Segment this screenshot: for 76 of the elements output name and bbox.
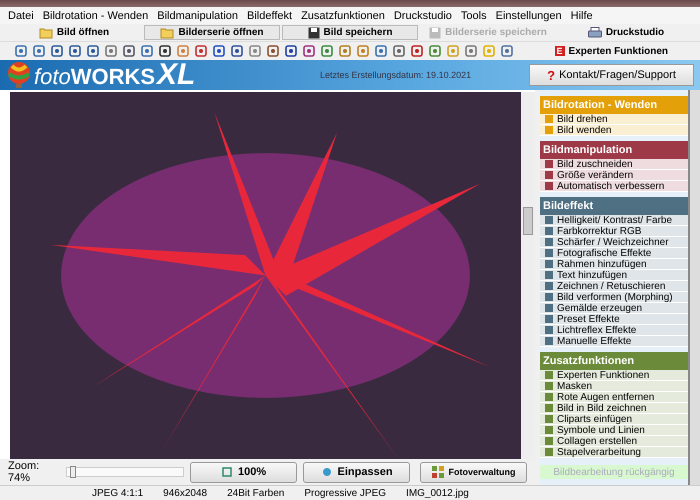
tool-icon[interactable]: [284, 44, 298, 58]
bottom-button[interactable]: Fotoverwaltung: [420, 462, 527, 482]
tool-icon[interactable]: [266, 44, 280, 58]
tool-icon[interactable]: [122, 44, 136, 58]
toolbar-button[interactable]: Bild speichern: [282, 25, 418, 40]
sidebar-item[interactable]: Farbkorrektur RGB: [540, 226, 688, 237]
folder-icon: [160, 26, 174, 38]
sidebar-item[interactable]: Zeichnen / Retuschieren: [540, 281, 688, 292]
section-header[interactable]: Zusatzfunktionen: [540, 352, 688, 370]
menu-item[interactable]: Hilfe: [570, 10, 593, 22]
sidebar-item[interactable]: Preset Effekte: [540, 314, 688, 325]
sidebar-item[interactable]: Bild drehen: [540, 114, 688, 125]
support-button[interactable]: ? Kontakt/Fragen/Support: [529, 64, 694, 86]
sidebar-item[interactable]: Fotografische Effekte: [540, 248, 688, 259]
toolbar-button[interactable]: Druckstudio: [558, 25, 694, 40]
status-text: 24Bit Farben: [227, 488, 284, 498]
sidebar-item[interactable]: Bild in Bild zeichnen: [540, 403, 688, 414]
menu-item[interactable]: Druckstudio: [394, 10, 452, 22]
sidebar-item[interactable]: Rahmen hinzufügen: [540, 259, 688, 270]
grid-icon: [432, 466, 444, 478]
zoom-slider[interactable]: [66, 467, 184, 477]
slider-thumb[interactable]: [70, 466, 76, 478]
sidebar-item[interactable]: Cliparts einfügen: [540, 414, 688, 425]
tool-icon[interactable]: [86, 44, 100, 58]
section-header[interactable]: Bildeffekt: [540, 197, 688, 215]
sidebar-item[interactable]: Lichtreflex Effekte: [540, 325, 688, 336]
tool-icon[interactable]: [50, 44, 64, 58]
status-text: Progressive JPEG: [304, 488, 386, 498]
tool-icon[interactable]: [212, 44, 226, 58]
tool-icon[interactable]: [302, 44, 316, 58]
section-header[interactable]: Bildmanipulation: [540, 141, 688, 159]
scrollbar[interactable]: [688, 90, 700, 485]
sidebar-item[interactable]: Stapelverarbeitung: [540, 447, 688, 458]
sidebar-item[interactable]: Manuelle Effekte: [540, 336, 688, 347]
menu-item[interactable]: Einstellungen: [496, 10, 562, 22]
sidebar-item[interactable]: Bild zuschneiden: [540, 159, 688, 170]
menu-item[interactable]: Tools: [460, 10, 487, 22]
sidebar-item[interactable]: Collagen erstellen: [540, 436, 688, 447]
zoom-label: Zoom: 74%: [8, 460, 40, 484]
menu-item[interactable]: Zusatzfunktionen: [301, 10, 385, 22]
sidebar-item[interactable]: Schärfer / Weichzeichner: [540, 237, 688, 248]
menu-item[interactable]: Datei: [8, 10, 34, 22]
menu-item[interactable]: Bildmanipulation: [157, 10, 238, 22]
status-text: JPEG 4:1:1: [92, 488, 144, 498]
sidebar-item[interactable]: Experten Funktionen: [540, 370, 688, 381]
bottom-button[interactable]: 100%: [190, 462, 298, 482]
toolbar-button[interactable]: Bild öffnen: [6, 25, 142, 40]
sidebar-item[interactable]: Masken: [540, 381, 688, 392]
fit-icon: [220, 466, 233, 478]
tool-icon[interactable]: [392, 44, 406, 58]
sidebar-item[interactable]: Text hinzufügen: [540, 270, 688, 281]
sidebar-item[interactable]: Helligkeit/ Kontrast/ Farbe: [540, 215, 688, 226]
printer-icon: [588, 26, 602, 38]
sidebar-item[interactable]: Gemälde erzeugen: [540, 303, 688, 314]
status-text: IMG_0012.jpg: [406, 488, 469, 498]
status-text: 946x2048: [163, 488, 208, 498]
tool-icon[interactable]: [194, 44, 208, 58]
sidebar-item[interactable]: Größe verändern: [540, 170, 688, 181]
tool-icon[interactable]: [68, 44, 82, 58]
tool-icon[interactable]: [410, 44, 424, 58]
menu-item[interactable]: Bildrotation - Wenden: [42, 10, 148, 22]
bottom-button[interactable]: Einpassen: [303, 462, 410, 482]
sidebar-item[interactable]: Bild wenden: [540, 125, 688, 136]
balloon-icon: [6, 61, 32, 89]
sidebar-item[interactable]: Bild verformen (Morphing): [540, 292, 688, 303]
tool-icon[interactable]: [230, 44, 244, 58]
expert-functions-button[interactable]: E Experten Funktionen: [544, 46, 696, 56]
folder-icon: [38, 26, 53, 38]
tool-icon[interactable]: [158, 44, 172, 58]
sidebar-item[interactable]: Automatisch verbessern: [540, 181, 688, 192]
sidebar-item[interactable]: Rote Augen entfernen: [540, 392, 688, 403]
menu-item[interactable]: Bildeffekt: [247, 10, 292, 22]
sidebar-item[interactable]: Symbole und Linien: [540, 425, 688, 436]
build-date: Letztes Erstellungsdatum: 19.10.2021: [320, 70, 472, 80]
toolbar-button[interactable]: Bilderserie öffnen: [144, 25, 280, 40]
logo-text: fotoWORKSXL: [34, 58, 196, 92]
